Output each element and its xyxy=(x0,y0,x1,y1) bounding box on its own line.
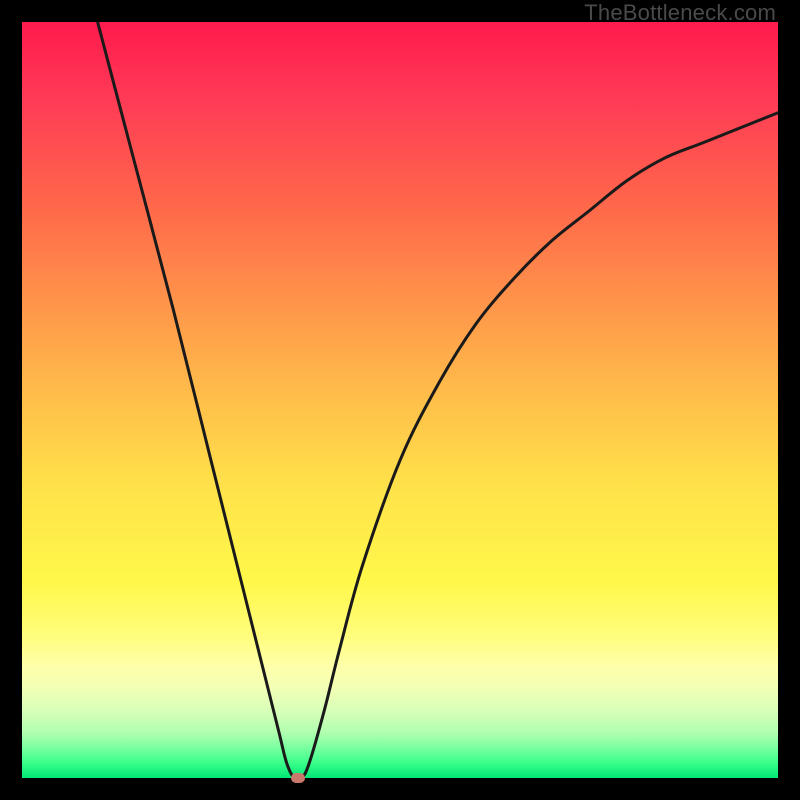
watermark-text: TheBottleneck.com xyxy=(584,0,776,26)
minimum-marker xyxy=(291,773,305,783)
chart-frame xyxy=(22,22,778,778)
bottleneck-curve-path xyxy=(98,22,778,778)
chart-svg xyxy=(22,22,778,778)
